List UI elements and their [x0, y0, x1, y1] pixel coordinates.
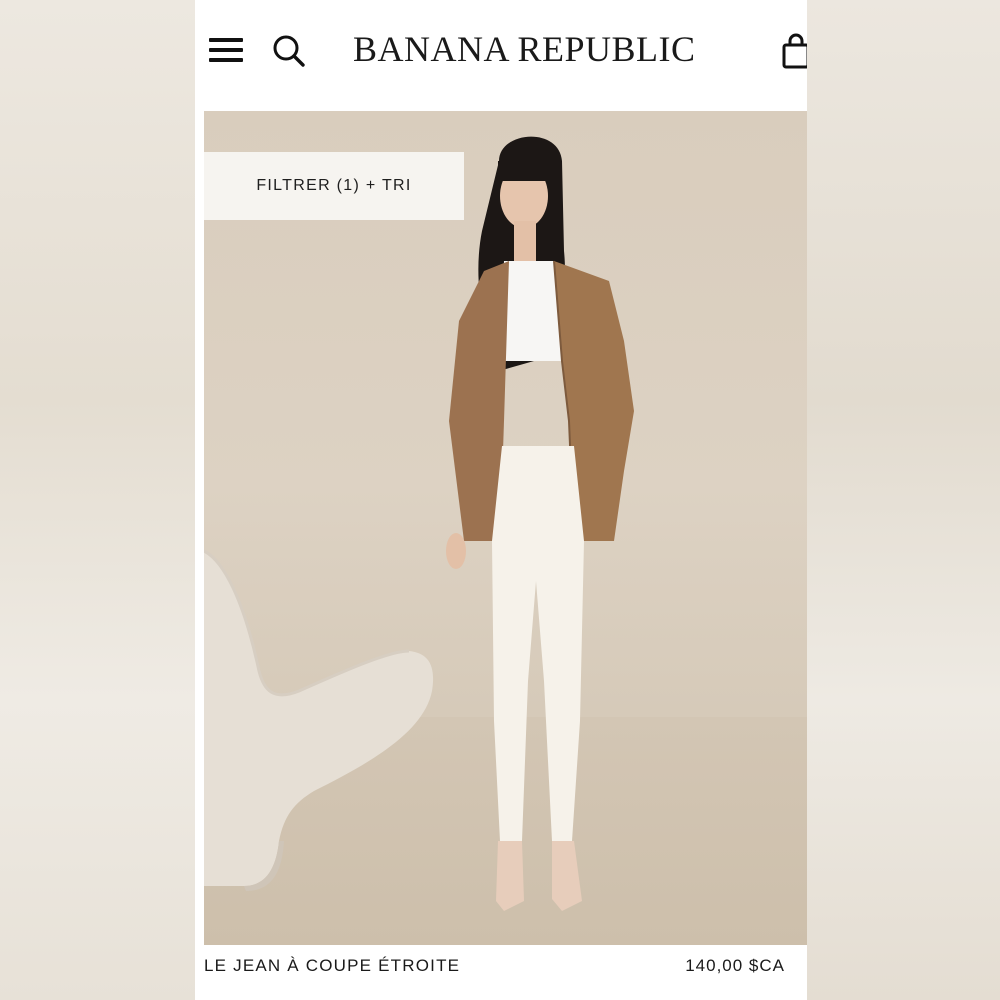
backdrop-right: [807, 0, 1000, 1000]
phone-screen: BANANA REPUBLIC FILTRER (1) + TRI LE JEA…: [195, 0, 807, 1000]
product-image[interactable]: FILTRER (1) + TRI: [204, 111, 807, 945]
model-figure: [446, 136, 634, 911]
backdrop-left: [0, 0, 195, 1000]
product-name[interactable]: LE JEAN À COUPE ÉTROITE: [204, 956, 460, 976]
search-icon[interactable]: [271, 33, 307, 69]
brand-logo[interactable]: BANANA REPUBLIC: [353, 27, 723, 71]
shopping-bag-icon[interactable]: [781, 33, 807, 71]
site-header: BANANA REPUBLIC: [195, 0, 807, 110]
menu-icon[interactable]: [209, 35, 243, 65]
filter-sort-button[interactable]: FILTRER (1) + TRI: [204, 152, 464, 220]
product-price: 140,00 $CA: [685, 956, 785, 975]
